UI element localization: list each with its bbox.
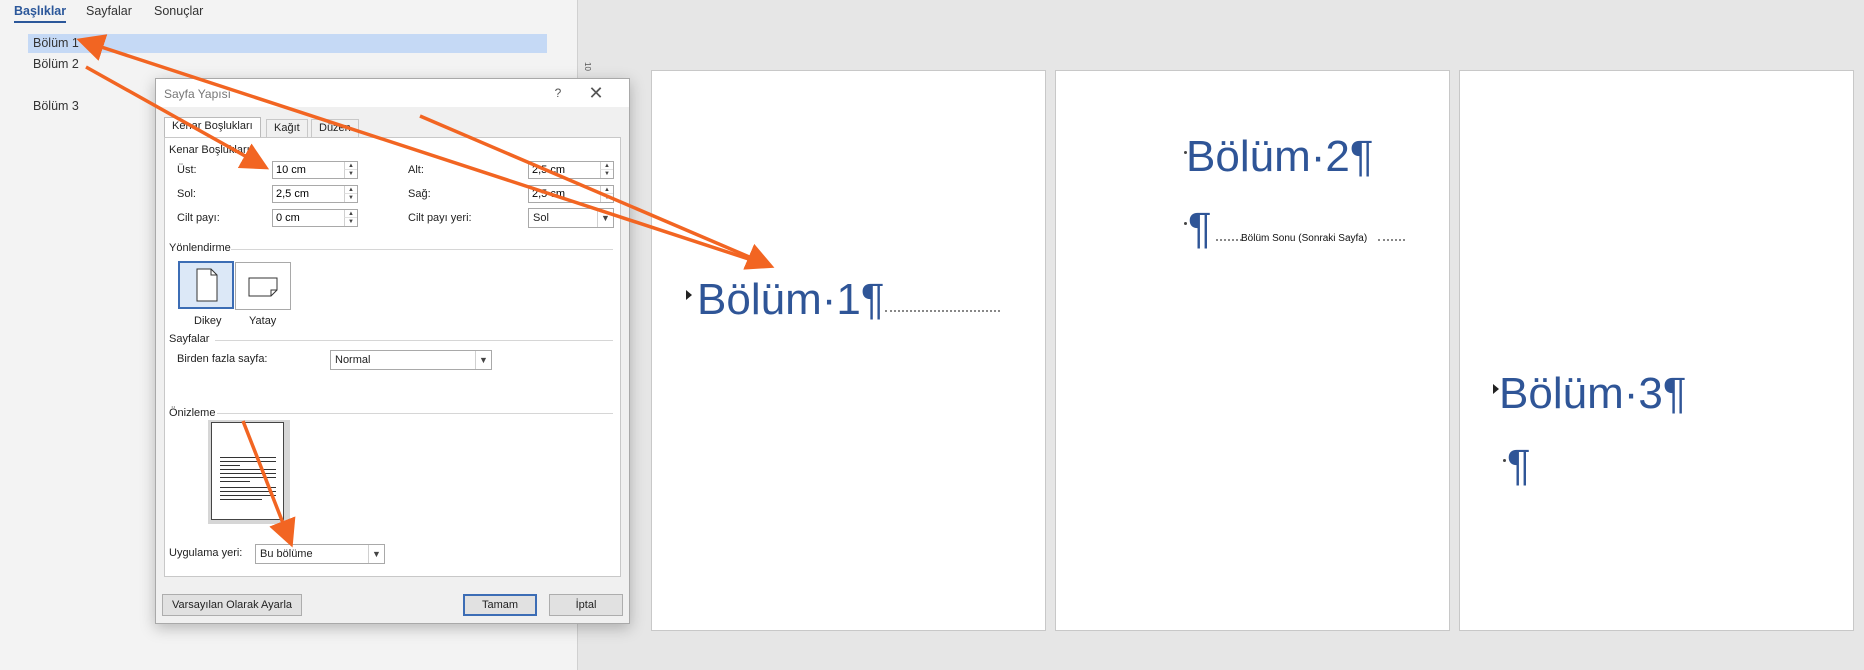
- collapse-triangle-icon[interactable]: [686, 290, 692, 300]
- preview-line: [220, 495, 276, 496]
- spin-up-icon[interactable]: ▲: [344, 186, 357, 194]
- document-heading-2: Bölüm·2¶: [1186, 132, 1374, 181]
- nav-heading-bolum-2[interactable]: Bölüm 2: [28, 55, 79, 74]
- bottom-margin-stepper[interactable]: ▲ ▼: [528, 161, 614, 179]
- top-margin-label: Üst:: [177, 164, 197, 176]
- document-page-2: Bölüm·2¶ ¶ Bölüm Sonu (Sonraki Sayfa): [1055, 70, 1450, 631]
- preview-line: [220, 469, 276, 470]
- section-break-line: [1378, 239, 1405, 241]
- set-as-default-button[interactable]: Varsayılan Olarak Ayarla: [162, 594, 302, 616]
- right-margin-label: Sağ:: [408, 188, 431, 200]
- preview-line: [220, 499, 262, 500]
- help-button[interactable]: ?: [547, 83, 569, 103]
- preview-line: [220, 465, 240, 466]
- document-page-3: Bölüm·3¶ ¶: [1459, 70, 1854, 631]
- portrait-page-icon: [196, 268, 218, 302]
- landscape-page-icon: [248, 277, 278, 297]
- dialog-titlebar[interactable]: Sayfa Yapısı ? ✕: [156, 79, 629, 107]
- landscape-label: Yatay: [249, 315, 277, 327]
- left-margin-label: Sol:: [177, 188, 196, 200]
- group-divider: [231, 249, 613, 250]
- paragraph-dot: [1503, 459, 1506, 462]
- chevron-down-icon[interactable]: ▼: [597, 209, 613, 227]
- orientation-group-label: Yönlendirme: [169, 242, 231, 254]
- page-setup-dialog: Sayfa Yapısı ? ✕ Kenar Boşlukları Kağıt …: [155, 78, 630, 624]
- preview-line: [220, 477, 276, 478]
- tab-paper[interactable]: Kağıt: [266, 119, 308, 137]
- spin-down-icon[interactable]: ▼: [344, 170, 357, 178]
- bottom-margin-input[interactable]: [529, 162, 601, 178]
- spin-down-icon[interactable]: ▼: [600, 170, 613, 178]
- tab-layout[interactable]: Düzen: [311, 119, 359, 137]
- gutter-label: Cilt payı:: [177, 212, 220, 224]
- spin-up-icon[interactable]: ▲: [344, 162, 357, 170]
- chevron-down-icon[interactable]: ▼: [368, 545, 384, 563]
- spin-up-icon[interactable]: ▲: [344, 210, 357, 218]
- apply-to-label: Uygulama yeri:: [169, 547, 243, 559]
- portrait-option[interactable]: [178, 261, 234, 309]
- spin-up-icon[interactable]: ▲: [600, 162, 613, 170]
- section-break-label: Bölüm Sonu (Sonraki Sayfa): [1241, 233, 1368, 244]
- document-heading-3: Bölüm·3¶: [1499, 369, 1687, 418]
- preview-thumbnail: [208, 420, 290, 524]
- tab-margins[interactable]: Kenar Boşlukları: [164, 117, 261, 138]
- gutter-position-select[interactable]: Sol ▼: [528, 208, 614, 228]
- margins-group-label: Kenar Boşlukları: [169, 144, 250, 156]
- preview-line: [220, 487, 276, 488]
- gutter-stepper[interactable]: ▲ ▼: [272, 209, 358, 227]
- top-margin-input[interactable]: [273, 162, 345, 178]
- right-margin-input[interactable]: [529, 186, 601, 202]
- gutter-position-label: Cilt payı yeri:: [408, 212, 472, 224]
- preview-line: [220, 491, 276, 492]
- document-heading-1: Bölüm·1¶: [697, 275, 885, 324]
- paragraph-mark: ¶: [1188, 204, 1212, 253]
- spin-down-icon[interactable]: ▼: [344, 218, 357, 226]
- gutter-position-value: Sol: [533, 212, 549, 224]
- nav-heading-bolum-1[interactable]: Bölüm 1: [28, 34, 547, 53]
- multiple-pages-select[interactable]: Normal ▼: [330, 350, 492, 370]
- paragraph-mark: ¶: [1507, 441, 1531, 490]
- preview-line: [220, 461, 276, 462]
- right-margin-stepper[interactable]: ▲ ▼: [528, 185, 614, 203]
- group-divider: [217, 413, 613, 414]
- nav-heading-bolum-3[interactable]: Bölüm 3: [28, 97, 79, 116]
- spin-down-icon[interactable]: ▼: [600, 194, 613, 202]
- top-margin-stepper[interactable]: ▲ ▼: [272, 161, 358, 179]
- nav-tab-pages[interactable]: Sayfalar: [86, 4, 132, 21]
- section-break-line: [885, 310, 1000, 312]
- apply-to-value: Bu bölüme: [260, 548, 313, 560]
- preview-line: [220, 473, 276, 474]
- margins-tab-panel: Kenar Boşlukları Üst: ▲ ▼ Alt: ▲ ▼ Sol: …: [164, 137, 621, 577]
- chevron-down-icon[interactable]: ▼: [475, 351, 491, 369]
- left-margin-stepper[interactable]: ▲ ▼: [272, 185, 358, 203]
- ruler-number: 10: [583, 62, 592, 71]
- left-margin-input[interactable]: [273, 186, 345, 202]
- multiple-pages-label: Birden fazla sayfa:: [177, 353, 268, 365]
- portrait-label: Dikey: [194, 315, 222, 327]
- nav-tab-headings[interactable]: Başlıklar: [14, 4, 67, 23]
- apply-to-select[interactable]: Bu bölüme ▼: [255, 544, 385, 564]
- spin-up-icon[interactable]: ▲: [600, 186, 613, 194]
- spin-down-icon[interactable]: ▼: [344, 194, 357, 202]
- group-divider: [215, 340, 613, 341]
- paragraph-dot: [1184, 222, 1187, 225]
- preview-page: [211, 422, 284, 520]
- section-break-line: [1216, 239, 1242, 241]
- preview-line: [220, 457, 276, 458]
- gutter-input[interactable]: [273, 210, 345, 226]
- multiple-pages-value: Normal: [335, 354, 371, 366]
- bottom-margin-label: Alt:: [408, 164, 424, 176]
- landscape-option[interactable]: [235, 262, 291, 310]
- close-button[interactable]: ✕: [585, 83, 607, 103]
- document-page-1: Bölüm·1¶: [651, 70, 1046, 631]
- preview-group-label: Önizleme: [169, 407, 216, 419]
- pages-group-label: Sayfalar: [169, 333, 210, 345]
- cancel-button[interactable]: İptal: [549, 594, 623, 616]
- preview-line: [220, 481, 250, 482]
- nav-tab-results[interactable]: Sonuçlar: [154, 4, 203, 21]
- dialog-title: Sayfa Yapısı: [164, 87, 231, 101]
- ok-button[interactable]: Tamam: [463, 594, 537, 616]
